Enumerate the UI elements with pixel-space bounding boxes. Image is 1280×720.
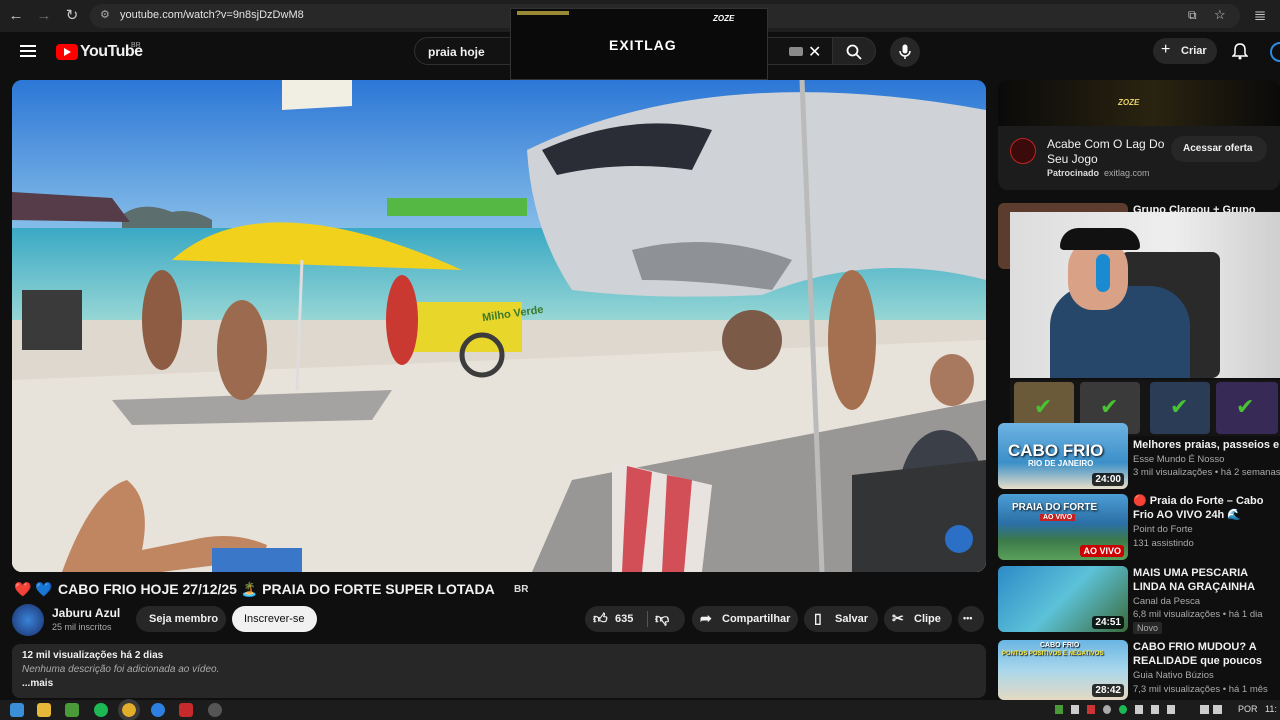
region-code: BR [131,42,141,49]
zoze-badge: ZOZE [713,14,735,23]
video-duration: 24:00 [1092,473,1124,486]
video-title[interactable]: CABO FRIO MUDOU? A REALIDADE que poucos … [1133,640,1280,668]
exitlag-logo: EXITLAG [609,37,677,53]
description-box[interactable]: 12 mil visualizações há 2 dias Nenhuma d… [12,644,986,698]
app-icon[interactable] [65,703,79,717]
search-icon [846,44,862,60]
show-more-link[interactable]: ...mais [22,678,53,689]
notifications-bell-icon[interactable] [1232,43,1248,60]
input-language[interactable]: POR [1238,704,1258,714]
chrome-icon[interactable] [118,699,140,720]
app-icon[interactable] [179,703,193,717]
video-duration: 24:51 [1092,616,1124,629]
system-status-icons[interactable] [1200,705,1230,715]
more-actions-button[interactable]: ••• [958,606,984,632]
video-thumbnail[interactable]: 24:51 [998,566,1128,632]
video-meta: 131 assistindo [1133,538,1194,549]
ad-domain: exitlag.com [1104,168,1150,178]
app-icon[interactable] [208,703,222,717]
video-duration: 28:42 [1092,684,1124,697]
tray-icons[interactable] [1055,705,1175,715]
forward-icon[interactable]: → [34,6,54,26]
search-query: praia hoje [428,45,485,59]
clock[interactable]: 11: [1265,704,1277,714]
video-frame [12,80,986,572]
more-icon: ••• [963,613,973,623]
check-icon: ✔ [1170,394,1189,419]
video-channel[interactable]: Canal da Pesca [1133,596,1280,607]
file-explorer-icon[interactable] [37,703,51,717]
save-button[interactable]: ▯ Salvar [804,606,878,632]
new-badge: Novo [1133,622,1163,634]
video-channel[interactable]: Point do Forte [1133,524,1280,535]
webcam-overlay [1010,212,1280,378]
sponsored-label: Patrocinado [1047,168,1100,178]
channel-name[interactable]: Jaburu Azul [52,606,120,620]
share-icon: ➦ [700,610,712,626]
title-suffix: BR [514,584,529,595]
video-thumbnail[interactable]: CABO FRIO PONTOS POSITIVOS E NEGATIVOS 2… [998,640,1128,700]
clip-button[interactable]: ✂ Clipe [884,606,952,632]
channel-avatar[interactable] [12,604,44,636]
overlay-ad-banner[interactable]: EXITLAG ZOZE [510,8,768,80]
exitlag-logo-icon [1010,138,1036,164]
live-badge: AO VIVO [1080,545,1124,557]
ad-cta-button[interactable]: Acessar oferta [1171,136,1267,162]
video-channel[interactable]: Esse Mundo É Nosso [1133,454,1280,465]
video-thumbnail[interactable]: PRAIA DO FORTE AO VIVO AO VIVO [998,494,1128,560]
ad-card[interactable]: ZOZE Acabe Com O Lag Do Seu Jogo Patroci… [998,80,1280,190]
share-button[interactable]: ➦ Compartilhar [692,606,798,632]
video-player[interactable]: Milho Verde [12,80,986,572]
dislike-icon[interactable]: 👎︎ [655,610,669,627]
like-dislike-group: 👍︎ 635 👎︎ [585,606,685,632]
title-emoji: ❤️ 💙 [14,581,53,597]
check-icon: ✔ [1100,394,1119,419]
microphone-icon [899,44,911,59]
search-button[interactable] [832,37,876,65]
video-title[interactable]: 🔴 Praia do Forte – Cabo Frio AO VIVO 24h… [1133,494,1280,522]
video-thumbnail[interactable]: CABO FRIO RIO DE JANEIRO 24:00 [998,423,1128,489]
join-button[interactable]: Seja membro [136,606,226,632]
video-meta: 6,8 mil visualizações • há 1 dia [1133,609,1263,620]
video-title[interactable]: Melhores praias, passeios e ... [1133,438,1280,452]
bookmark-star-icon[interactable]: ☆ [1214,7,1226,23]
view-stats: 12 mil visualizações há 2 dias [22,650,164,661]
site-info-icon[interactable]: ⚙ [100,8,110,21]
like-icon[interactable]: 👍︎ [593,610,608,627]
url-text: youtube.com/watch?v=9n8sjDzDwM8 [120,9,304,21]
subscribe-button[interactable]: Inscrever-se [232,606,317,632]
video-meta: 7,3 mil visualizações • há 1 mês [1133,684,1268,695]
check-icon: ✔ [1034,394,1053,419]
app-icon[interactable] [151,703,165,717]
back-icon[interactable]: ← [6,6,26,26]
create-button[interactable]: + Criar [1153,38,1217,64]
menu-icon[interactable] [20,45,36,57]
reload-icon[interactable]: ↻ [62,6,82,26]
ad-banner: ZOZE [998,80,1280,126]
video-meta: 3 mil visualizações • há 2 semanas [1133,467,1280,478]
subscriber-count: 25 mil inscritos [52,622,112,632]
description-text: Nenhuma descrição foi adicionada ao víde… [22,664,220,675]
start-icon[interactable] [10,703,24,717]
scissors-icon: ✂ [892,610,904,626]
keyboard-icon[interactable] [789,47,803,56]
plus-icon: + [1161,41,1171,58]
voice-search-button[interactable] [890,37,920,67]
like-count[interactable]: 635 [615,613,633,625]
video-title[interactable]: MAIS UMA PESCARIA LINDA NA GRAÇAINHA 27/… [1133,566,1280,594]
reading-list-icon[interactable]: ≣ [1250,6,1270,26]
install-app-icon[interactable]: ⧉ [1188,8,1197,23]
spotify-icon[interactable] [94,703,108,717]
clear-search-icon[interactable]: ✕ [808,42,821,62]
ad-title[interactable]: Acabe Com O Lag Do Seu Jogo [1047,137,1172,167]
save-icon: ▯ [814,610,822,626]
video-title: CABO FRIO HOJE 27/12/25 🏝️ PRAIA DO FORT… [58,581,495,597]
video-channel[interactable]: Guia Nativo Búzios [1133,670,1280,681]
check-icon: ✔ [1236,394,1255,419]
